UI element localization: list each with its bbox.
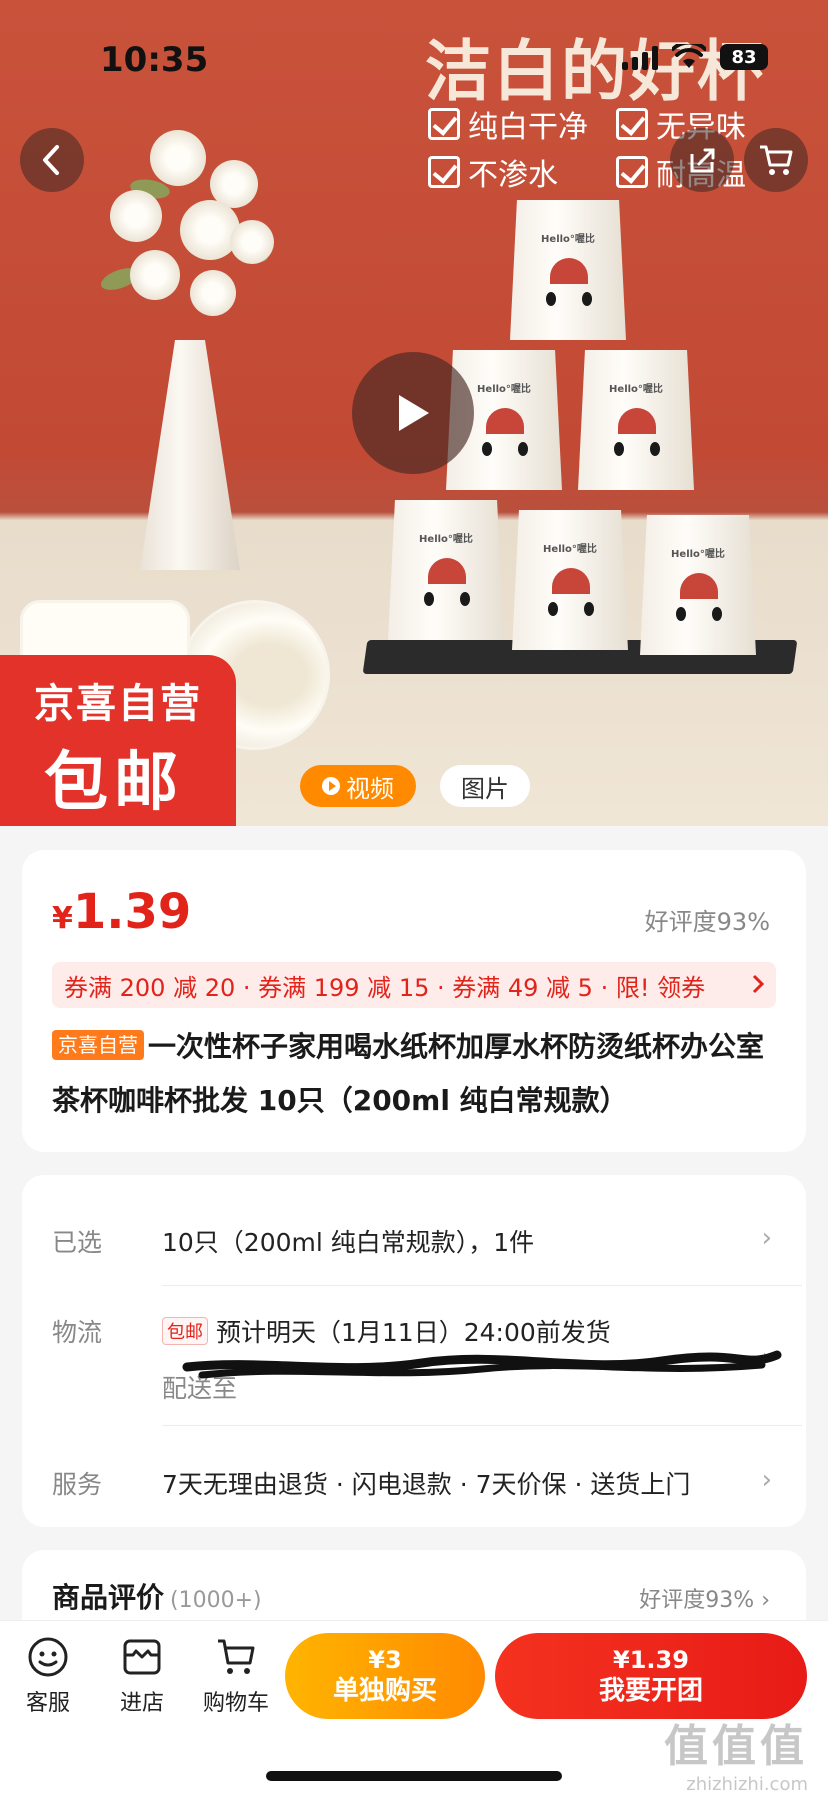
status-icons: 83 xyxy=(622,44,768,70)
feature-item: 纯白干净 xyxy=(428,102,588,146)
redaction-scribble xyxy=(182,1350,782,1379)
service-face-icon xyxy=(28,1637,68,1677)
product-gallery[interactable]: Hello°喔比 Hello°喔比 Hello°喔比 Hello°喔比 Hell… xyxy=(0,0,828,826)
product-title: 京喜自营 一次性杯子家用喝水纸杯加厚水杯防烫纸杯办公室茶杯咖啡杯批发 10只（20… xyxy=(52,1030,765,1117)
tab-video[interactable]: 视频 xyxy=(300,765,416,807)
self-operated-tag: 京喜自营 xyxy=(52,1030,144,1060)
play-icon xyxy=(399,395,429,431)
customer-service-button[interactable]: 客服 xyxy=(8,1635,88,1717)
share-icon xyxy=(690,148,715,173)
tab-photo[interactable]: 图片 xyxy=(440,765,530,807)
chevron-right-icon: › xyxy=(761,1223,772,1253)
store-icon xyxy=(123,1639,161,1675)
watermark: 值值值 zhizhizhi.com xyxy=(664,1721,808,1795)
checkbox-icon xyxy=(428,108,460,140)
self-operated-badge: 京喜自营 包邮 xyxy=(0,655,236,826)
status-time: 10:35 xyxy=(100,40,209,80)
price: ¥1.39 xyxy=(52,884,192,940)
paper-cup-image: Hello°喔比 xyxy=(388,500,504,640)
wifi-icon xyxy=(672,44,706,68)
home-indicator[interactable] xyxy=(266,1771,562,1781)
buy-alone-button[interactable]: ¥3 单独购买 xyxy=(285,1633,485,1719)
chevron-right-icon xyxy=(752,974,765,994)
coupon-bar[interactable]: 券满 200 减 20 · 券满 199 减 15 · 券满 49 减 5 · … xyxy=(52,962,776,1008)
cart-button[interactable] xyxy=(744,128,808,192)
price-card: ¥1.39 好评度93% 券满 200 减 20 · 券满 199 减 15 ·… xyxy=(22,850,806,1152)
checkbox-icon xyxy=(616,156,648,188)
paper-cup-image: Hello°喔比 xyxy=(578,350,694,490)
battery-indicator: 83 xyxy=(720,44,768,70)
vase-image xyxy=(140,340,240,570)
review-count: (1000+) xyxy=(170,1588,262,1613)
review-rating: 好评度93% › xyxy=(639,1588,770,1613)
checkbox-icon xyxy=(616,108,648,140)
paper-cup-image: Hello°喔比 xyxy=(510,200,626,340)
paper-cup-image: Hello°喔比 xyxy=(640,515,756,655)
play-icon xyxy=(322,777,340,795)
signal-icon xyxy=(622,44,658,70)
cart-icon xyxy=(218,1639,255,1674)
review-title: 商品评价 (1000+) xyxy=(52,1581,262,1614)
feature-item: 不渗水 xyxy=(428,150,558,194)
chevron-left-icon xyxy=(43,145,59,175)
play-video-button[interactable] xyxy=(352,352,474,474)
rating-label: 好评度93% xyxy=(644,908,770,936)
store-button[interactable]: 进店 xyxy=(102,1635,182,1717)
spec-card: 已选 10只（200ml 纯白常规款），1件 › 物流 包邮 预计明天（1月11日… xyxy=(22,1175,806,1527)
start-group-button[interactable]: ¥1.39 我要开团 xyxy=(495,1633,807,1719)
chevron-right-icon: › xyxy=(761,1465,772,1495)
back-button[interactable] xyxy=(20,128,84,192)
flowers-image xyxy=(90,120,290,360)
cart-icon xyxy=(760,145,793,175)
chevron-right-icon: › xyxy=(761,1588,770,1613)
checkbox-icon xyxy=(428,156,460,188)
paper-cup-image: Hello°喔比 xyxy=(512,510,628,650)
share-button[interactable] xyxy=(670,128,734,192)
free-shipping-tag: 包邮 xyxy=(162,1317,208,1345)
cart-nav-button[interactable]: 购物车 xyxy=(196,1635,276,1717)
